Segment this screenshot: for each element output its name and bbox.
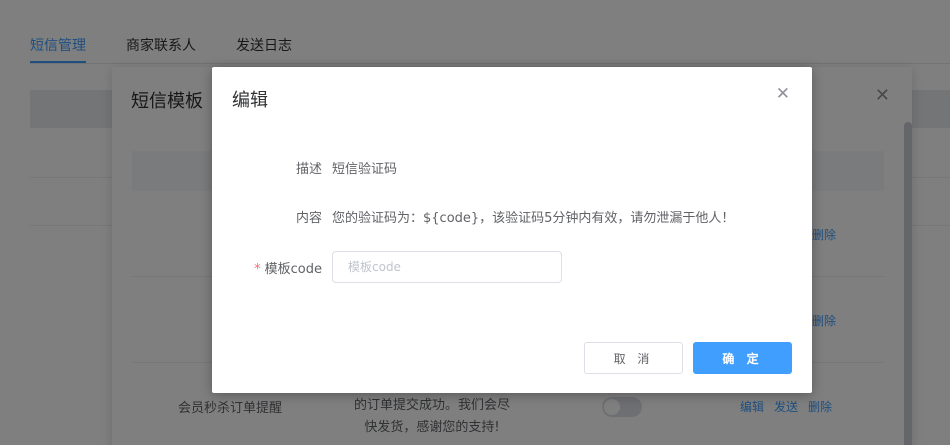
close-icon[interactable]: ✕: [776, 84, 790, 104]
confirm-button[interactable]: 确 定: [693, 342, 792, 374]
content-value: 您的验证码为：${code}，该验证码5分钟内有效，请勿泄漏于他人！: [332, 210, 735, 226]
content-label: 内容: [295, 210, 322, 226]
template-code-row: * 模板code: [212, 251, 812, 283]
cancel-button[interactable]: 取 消: [584, 342, 683, 374]
template-code-input[interactable]: [332, 251, 562, 283]
edit-dialog-title: 编辑: [232, 90, 268, 111]
description-label: 描述: [295, 161, 322, 177]
template-code-label: * 模板code: [212, 258, 332, 277]
description-value: 短信验证码: [332, 161, 398, 177]
template-code-label-text: 模板code: [264, 261, 322, 277]
required-mark: *: [254, 261, 261, 277]
content-row: 内容 您的验证码为：${code}，该验证码5分钟内有效，请勿泄漏于他人！: [212, 200, 812, 232]
description-row: 描述 短信验证码: [212, 151, 812, 183]
edit-dialog: 编辑 ✕ 描述 短信验证码 内容 您的验证码为：${code}，该验证码5分钟内…: [212, 67, 812, 393]
